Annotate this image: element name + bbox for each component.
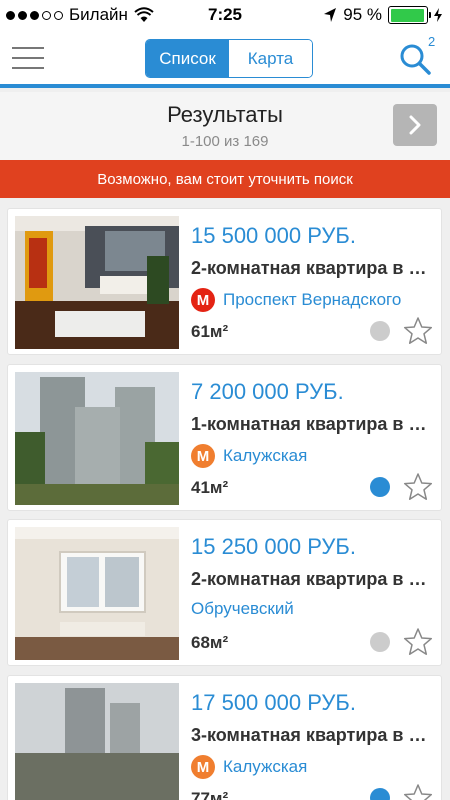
results-header: Результаты 1-100 из 169 xyxy=(0,92,450,160)
listing-card[interactable]: 15 250 000 РУБ. 2-комнатная квартира в М… xyxy=(7,519,442,666)
listing-price: 17 500 000 РУБ. xyxy=(191,690,356,715)
tab-list[interactable]: Список xyxy=(146,40,229,77)
status-right: 95 % xyxy=(323,5,442,25)
listing-title: 2-комнатная квартира в Москве xyxy=(191,569,436,589)
listing-area: 41м² xyxy=(191,478,229,497)
chevron-right-icon xyxy=(409,115,421,135)
battery-icon xyxy=(388,6,431,24)
results-title: Результаты xyxy=(167,102,283,127)
listing-title: 3-комнатная квартира в Москве xyxy=(191,725,436,745)
menu-icon[interactable] xyxy=(12,47,44,71)
listing-location: М Проспект Вернадского xyxy=(191,288,401,312)
search-count-badge: 2 xyxy=(428,34,436,49)
listing-card[interactable]: 15 500 000 РУБ. 2-комнатная квартира в М… xyxy=(7,208,442,355)
listing-photo xyxy=(15,683,179,800)
metro-station: Калужская xyxy=(223,446,308,465)
listing-area: 68м² xyxy=(191,633,229,652)
listing-photo xyxy=(15,372,179,505)
star-icon[interactable] xyxy=(403,627,433,657)
star-icon[interactable] xyxy=(403,316,433,346)
charging-bolt-icon xyxy=(434,8,442,22)
listing-price: 15 250 000 РУБ. xyxy=(191,534,356,559)
star-icon[interactable] xyxy=(403,783,433,800)
district-name: Обручевский xyxy=(191,599,294,618)
tab-map[interactable]: Карта xyxy=(229,40,312,77)
star-icon[interactable] xyxy=(403,472,433,502)
listing-photo xyxy=(15,216,179,349)
navigation-bar: Список Карта 2 xyxy=(0,30,450,88)
listing-location: М Калужская xyxy=(191,755,307,779)
results-count: 1-100 из 169 xyxy=(181,133,269,150)
listing-area: 77м² xyxy=(191,789,229,800)
listing-location: М Калужская xyxy=(191,444,307,468)
listing-location: Обручевский xyxy=(191,599,294,619)
search-icon[interactable] xyxy=(398,42,432,76)
listing-price: 15 500 000 РУБ. xyxy=(191,223,356,248)
metro-icon: М xyxy=(191,755,215,779)
location-arrow-icon xyxy=(324,8,337,22)
status-dot xyxy=(370,477,390,497)
listing-photo xyxy=(15,527,179,660)
listing-area: 61м² xyxy=(191,322,229,341)
metro-station: Калужская xyxy=(223,757,308,776)
metro-station: Проспект Вернадского xyxy=(223,290,402,309)
refine-search-banner[interactable]: Возможно, вам стоит уточнить поиск xyxy=(0,160,450,198)
status-dot xyxy=(370,632,390,652)
metro-icon: М xyxy=(191,444,215,468)
status-bar: Билайн 7:25 95 % xyxy=(0,0,450,30)
listing-title: 2-комнатная квартира в Москве xyxy=(191,258,436,278)
view-switcher: Список Карта xyxy=(145,39,313,78)
listing-card[interactable]: 7 200 000 РУБ. 1-комнатная квартира в Мо… xyxy=(7,364,442,511)
status-dot xyxy=(370,321,390,341)
metro-icon: М xyxy=(191,288,215,312)
listing-title: 1-комнатная квартира в Москве xyxy=(191,414,436,434)
listing-card[interactable]: 17 500 000 РУБ. 3-комнатная квартира в М… xyxy=(7,675,442,800)
battery-percent: 95 % xyxy=(343,5,382,24)
status-dot xyxy=(370,788,390,800)
listing-price: 7 200 000 РУБ. xyxy=(191,379,344,404)
next-page-button[interactable] xyxy=(393,104,437,146)
